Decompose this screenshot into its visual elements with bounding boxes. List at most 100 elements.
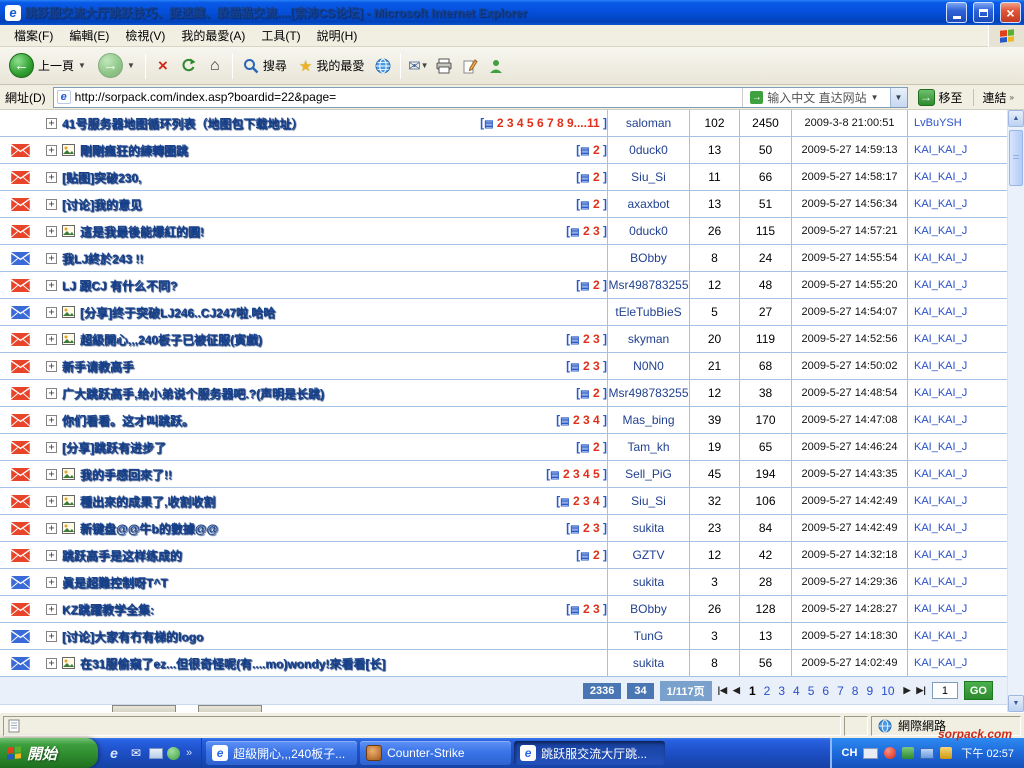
taskbar-task-button[interactable]: 超級開心,,,240板子... bbox=[206, 741, 357, 765]
topic-author-link[interactable]: 0duck0 bbox=[629, 143, 668, 157]
expand-icon[interactable]: + bbox=[46, 469, 57, 480]
back-dropdown-icon[interactable]: ▼ bbox=[78, 61, 86, 70]
page-link[interactable]: 10 bbox=[878, 684, 897, 698]
last-poster-link[interactable]: KAI_KAI_J bbox=[914, 198, 967, 210]
address-dropdown-button[interactable]: ▼ bbox=[890, 88, 907, 107]
topic-title-link[interactable]: 剛剛瘋狂的練轉圈跳 bbox=[80, 142, 571, 159]
close-button[interactable]: × bbox=[1000, 2, 1021, 23]
mail-dropdown-icon[interactable]: ▼ bbox=[421, 61, 429, 70]
topic-title-link[interactable]: 跳跃高手是这样练成的 bbox=[62, 547, 571, 564]
page-link[interactable]: 9 bbox=[863, 684, 876, 698]
topic-author-link[interactable]: Siu_Si bbox=[631, 170, 666, 184]
last-page-button[interactable]: ▶| bbox=[916, 685, 925, 696]
edit-button[interactable] bbox=[458, 54, 482, 78]
topic-author-link[interactable]: BObby bbox=[630, 602, 667, 616]
topic-title-link[interactable]: 我的手感回來了!! bbox=[80, 466, 541, 483]
expand-icon[interactable]: + bbox=[46, 631, 57, 642]
input-method-icon[interactable] bbox=[863, 748, 878, 759]
page-link[interactable]: 5 bbox=[805, 684, 818, 698]
print-button[interactable] bbox=[432, 54, 456, 78]
expand-icon[interactable]: + bbox=[46, 361, 57, 372]
volume-icon[interactable] bbox=[940, 747, 952, 759]
topic-title-link[interactable]: 新手请教高手 bbox=[62, 358, 561, 375]
page-link[interactable]: 4 bbox=[790, 684, 803, 698]
topic-page-links[interactable]: [▤ 2 ] bbox=[576, 170, 607, 184]
start-button[interactable]: 開始 bbox=[0, 738, 98, 768]
stop-button[interactable]: × bbox=[151, 54, 175, 78]
last-poster-link[interactable]: KAI_KAI_J bbox=[914, 306, 967, 318]
last-poster-link[interactable]: KAI_KAI_J bbox=[914, 657, 967, 669]
expand-icon[interactable]: + bbox=[46, 307, 57, 318]
topic-author-link[interactable]: sukita bbox=[633, 656, 664, 670]
scroll-up-icon[interactable]: ▲ bbox=[1008, 110, 1024, 127]
expand-icon[interactable]: + bbox=[46, 523, 57, 534]
home-button[interactable]: ⌂ bbox=[203, 54, 227, 78]
topic-title-link[interactable]: 在31服偷窺了ez...但很奇怪呢(有....mo)wondy!來看看[长] bbox=[80, 655, 607, 672]
page-link[interactable]: 7 bbox=[834, 684, 847, 698]
expand-icon[interactable]: + bbox=[46, 226, 57, 237]
expand-icon[interactable]: + bbox=[46, 577, 57, 588]
last-poster-link[interactable]: KAI_KAI_J bbox=[914, 225, 967, 237]
last-poster-link[interactable]: LvBuYSH bbox=[914, 117, 962, 129]
menu-help[interactable]: 說明(H) bbox=[309, 24, 366, 47]
expand-icon[interactable]: + bbox=[46, 550, 57, 561]
topic-title-link[interactable]: LJ 跟CJ 有什么不同? bbox=[62, 277, 571, 294]
address-input[interactable]: e http://sorpack.com/index.asp?boardid=2… bbox=[53, 87, 908, 108]
topic-author-link[interactable]: BObby bbox=[630, 251, 667, 265]
topic-title-link[interactable]: 種出來的成果了,收割收割 bbox=[80, 493, 551, 510]
topic-page-links[interactable]: [▤ 2 3 4 ] bbox=[556, 494, 607, 508]
topic-title-link[interactable]: KZ跳躍教学全集: bbox=[62, 601, 561, 618]
minimize-button[interactable] bbox=[946, 2, 967, 23]
expand-icon[interactable]: + bbox=[46, 415, 57, 426]
expand-icon[interactable]: + bbox=[46, 604, 57, 615]
page-jump-input[interactable] bbox=[932, 682, 958, 699]
topic-page-links[interactable]: [▤ 2 ] bbox=[576, 548, 607, 562]
last-poster-link[interactable]: KAI_KAI_J bbox=[914, 576, 967, 588]
last-poster-link[interactable]: KAI_KAI_J bbox=[914, 171, 967, 183]
refresh-button[interactable] bbox=[177, 54, 201, 78]
topic-page-links[interactable]: [▤ 2 3 ] bbox=[566, 332, 607, 346]
page-link[interactable]: 6 bbox=[819, 684, 832, 698]
last-poster-link[interactable]: KAI_KAI_J bbox=[914, 468, 967, 480]
topic-author-link[interactable]: Siu_Si bbox=[631, 494, 666, 508]
last-poster-link[interactable]: KAI_KAI_J bbox=[914, 549, 967, 561]
scroll-thumb[interactable] bbox=[1009, 130, 1023, 186]
topic-title-link[interactable]: 超級開心,,,240板子已被征服(寅戲) bbox=[80, 331, 561, 348]
topic-page-links[interactable]: [▤ 2 ] bbox=[576, 386, 607, 400]
topic-author-link[interactable]: Sell_PiG bbox=[625, 467, 672, 481]
topic-author-link[interactable]: tEleTubBieS bbox=[615, 305, 681, 319]
topic-page-links[interactable]: [▤ 2 ] bbox=[576, 278, 607, 292]
links-button[interactable]: 連結 » bbox=[973, 89, 1021, 106]
topic-author-link[interactable]: 0duck0 bbox=[629, 224, 668, 238]
back-button[interactable]: ← 上一頁 ▼ bbox=[4, 51, 91, 80]
topic-page-links[interactable]: [▤ 2 ] bbox=[576, 143, 607, 157]
topic-title-link[interactable]: [分享]跳跃有进步了 bbox=[62, 439, 571, 456]
topic-author-link[interactable]: skyman bbox=[628, 332, 669, 346]
forward-dropdown-icon[interactable]: ▼ bbox=[127, 61, 135, 70]
forward-button[interactable]: → ▼ bbox=[93, 51, 140, 80]
prev-page-button[interactable]: ◀ bbox=[733, 685, 740, 696]
last-poster-link[interactable]: KAI_KAI_J bbox=[914, 630, 967, 642]
topic-title-link[interactable]: [讨论]大家有冇有梯的logo bbox=[62, 628, 607, 645]
messenger-button[interactable] bbox=[484, 54, 508, 78]
restore-button[interactable] bbox=[973, 2, 994, 23]
menu-favorites[interactable]: 我的最愛(A) bbox=[173, 24, 253, 47]
expand-icon[interactable]: + bbox=[46, 496, 57, 507]
topic-author-link[interactable]: sukita bbox=[633, 521, 664, 535]
scroll-down-icon[interactable]: ▼ bbox=[1008, 695, 1024, 712]
last-poster-link[interactable]: KAI_KAI_J bbox=[914, 603, 967, 615]
taskbar-task-button[interactable]: 跳跃服交流大厅跳... bbox=[514, 741, 665, 765]
menu-edit[interactable]: 編輯(E) bbox=[61, 24, 117, 47]
last-poster-link[interactable]: KAI_KAI_J bbox=[914, 144, 967, 156]
topic-title-link[interactable]: [讨论]我的意见 bbox=[62, 196, 571, 213]
topic-title-link[interactable]: 眞是超難控制呀T^T bbox=[62, 574, 607, 591]
mail-button[interactable]: ✉▼ bbox=[406, 54, 430, 78]
topic-page-links[interactable]: [▤ 2 3 4 5 6 7 8 9....11 ] bbox=[480, 116, 607, 130]
topic-author-link[interactable]: Mas_bing bbox=[622, 413, 674, 427]
search-button[interactable]: 搜尋 bbox=[238, 55, 292, 76]
next-page-button[interactable]: ▶ bbox=[904, 685, 911, 696]
last-poster-link[interactable]: KAI_KAI_J bbox=[914, 414, 967, 426]
topic-page-links[interactable]: [▤ 2 3 ] bbox=[566, 224, 607, 238]
favorites-button[interactable]: ★ 我的最愛 bbox=[294, 55, 369, 77]
last-poster-link[interactable]: KAI_KAI_J bbox=[914, 333, 967, 345]
